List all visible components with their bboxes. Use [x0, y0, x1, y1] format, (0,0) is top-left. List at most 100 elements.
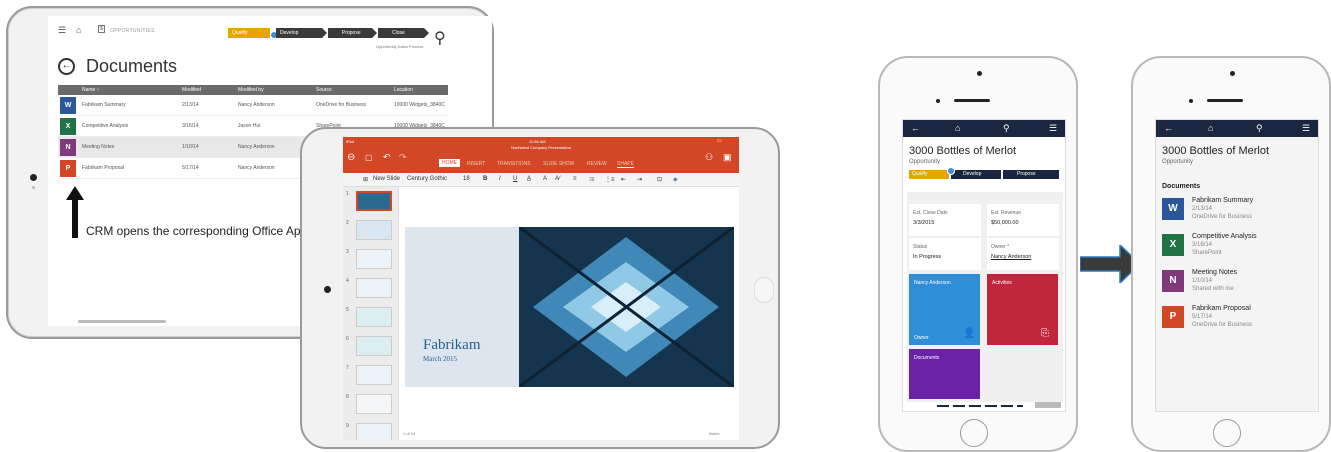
camera	[324, 286, 331, 293]
field-status[interactable]: Status In Progress	[909, 238, 981, 270]
italic-icon[interactable]: I	[499, 176, 501, 182]
new-slide-button[interactable]: New Slide	[373, 176, 400, 182]
record-title: 3000 Bottles of Merlot	[909, 145, 1017, 157]
table-row[interactable]: W Fabrikam Summary 2/13/14 Nancy Anderso…	[58, 95, 448, 116]
slide-thumbnail[interactable]	[356, 191, 392, 211]
slide-thumbnail[interactable]	[356, 220, 392, 240]
stage-close[interactable]: Close	[378, 28, 429, 38]
tab-review[interactable]: REVIEW	[587, 161, 607, 167]
underline-icon[interactable]: U	[513, 176, 517, 182]
redo-icon[interactable]: ↷	[399, 152, 407, 163]
comment-icon[interactable]: ▣	[723, 152, 732, 163]
tab-home[interactable]: HOME	[439, 159, 460, 167]
record-type: Opportunity	[909, 159, 941, 165]
back-arrow-icon[interactable]: ←	[58, 58, 75, 75]
menu-icon[interactable]: ☰	[1049, 123, 1057, 134]
tile-documents-label: Documents	[914, 355, 940, 361]
col-modified[interactable]: Modified	[182, 85, 201, 95]
document-item[interactable]: X Competitive Analysis 3/16/14 SharePoin…	[1162, 232, 1312, 262]
menu-icon[interactable]: ☰	[58, 25, 66, 36]
process-label: Opportunity Sales Process	[376, 44, 424, 49]
search-icon[interactable]: ⚲	[1003, 123, 1010, 134]
current-slide[interactable]: Fabrikam March 2015	[405, 227, 734, 387]
home-button[interactable]	[1213, 419, 1241, 447]
col-modified-by[interactable]: Modified by	[238, 85, 264, 95]
back-arrow-icon[interactable]: ←	[911, 123, 920, 133]
sensor	[936, 99, 940, 103]
field-revenue[interactable]: Est. Revenue $50,000.00	[987, 204, 1059, 236]
strikethrough-icon[interactable]: A̲	[527, 176, 531, 182]
shape-fill-icon[interactable]: ◈	[673, 176, 678, 183]
outdent-icon[interactable]: ⇤	[621, 176, 626, 183]
col-location[interactable]: Location	[394, 85, 413, 95]
nav-bar: ← ⌂ ⚲ ☰	[1156, 120, 1318, 137]
col-source[interactable]: Source	[316, 85, 332, 95]
tile-activities[interactable]: Activities ⎘	[987, 274, 1058, 345]
slide-thumbnail[interactable]	[356, 423, 392, 440]
tab-transitions[interactable]: TRANSITIONS	[497, 161, 531, 167]
tab-insert[interactable]: INSERT	[467, 161, 485, 167]
stage-propose[interactable]: Propose	[328, 28, 377, 38]
font-size-icon[interactable]: A	[543, 176, 547, 182]
field-close-date[interactable]: Est. Close Date 3/3/2015	[909, 204, 981, 236]
notes-button[interactable]: Notes	[709, 431, 719, 436]
breadcrumb[interactable]: OPPORTUNITIES	[110, 28, 155, 34]
search-icon[interactable]: ⚲	[1256, 123, 1263, 134]
field-owner[interactable]: Owner * Nancy Anderson	[987, 238, 1059, 270]
tab-slide-show[interactable]: SLIDE SHOW	[543, 161, 574, 167]
stage-qualify[interactable]: Qualify	[228, 28, 270, 38]
back-arrow-icon[interactable]: ←	[1164, 123, 1173, 133]
share-icon[interactable]: ⚇	[705, 152, 713, 163]
stage-indicator	[947, 167, 955, 175]
back-icon[interactable]: ⊖	[347, 152, 355, 163]
stage-develop[interactable]: Develop	[951, 170, 1001, 179]
slide-number: 9	[346, 423, 349, 429]
slide-thumbnail[interactable]	[356, 336, 392, 356]
col-name[interactable]: Name ↑	[82, 85, 99, 95]
row-name: Competitive Analysis	[82, 123, 129, 129]
arrange-icon[interactable]: ⊡	[657, 176, 662, 183]
scrollbar[interactable]	[78, 320, 166, 323]
speaker	[1207, 99, 1243, 102]
document-date: 2/13/14	[1192, 206, 1213, 212]
highlight-icon[interactable]: A⁄	[555, 176, 560, 182]
home-icon[interactable]: ⌂	[955, 123, 960, 133]
tab-shape[interactable]: SHAPE	[617, 161, 634, 168]
slide-title: Fabrikam	[423, 337, 481, 353]
tile-owner[interactable]: Nancy Anderson Owner 👤	[909, 274, 980, 345]
field-value[interactable]: Nancy Anderson	[991, 254, 1031, 260]
status-time: 11:56 AM	[529, 139, 546, 144]
stage-propose[interactable]: Propose	[1003, 170, 1059, 179]
align-icon[interactable]: ≡	[573, 176, 577, 182]
font-name-select[interactable]: Century Gothic	[407, 176, 447, 182]
document-item[interactable]: N Meeting Notes 1/10/14 Shared with me	[1162, 268, 1312, 298]
more-button[interactable]	[1035, 402, 1061, 408]
indent-icon[interactable]: ⇥	[637, 176, 642, 183]
tile-owner-label: Owner	[914, 335, 929, 341]
numbering-icon[interactable]: ⋮≡	[605, 176, 615, 183]
bold-icon[interactable]: B	[483, 176, 487, 182]
home-icon[interactable]: ⌂	[76, 25, 81, 35]
stage-develop[interactable]: Develop	[276, 28, 327, 38]
document-item[interactable]: W Fabrikam Summary 2/13/14 OneDrive for …	[1162, 196, 1312, 226]
new-slide-icon[interactable]: ⊞	[363, 176, 368, 183]
document-source: Shared with me	[1192, 286, 1234, 292]
stage-qualify[interactable]: Qualify	[909, 170, 949, 179]
document-source: SharePoint	[1192, 250, 1222, 256]
bullets-icon[interactable]: ⁝≡	[589, 176, 594, 183]
menu-icon[interactable]: ☰	[1302, 123, 1310, 134]
slide-thumbnail[interactable]	[356, 278, 392, 298]
font-size-select[interactable]: 18	[463, 176, 470, 182]
document-item[interactable]: P Fabrikam Proposal 5/17/14 OneDrive for…	[1162, 304, 1312, 334]
home-icon[interactable]: ⌂	[1208, 123, 1213, 133]
tile-documents[interactable]: Documents	[909, 349, 980, 399]
home-button[interactable]	[754, 277, 774, 303]
slide-thumbnail[interactable]	[356, 307, 392, 327]
home-button[interactable]	[960, 419, 988, 447]
search-icon[interactable]: ⚲	[434, 28, 446, 48]
slide-thumbnail[interactable]	[356, 249, 392, 269]
slide-thumbnail[interactable]	[356, 365, 392, 385]
undo-icon[interactable]: ↶	[383, 152, 391, 163]
slide-thumbnail[interactable]	[356, 394, 392, 414]
file-icon[interactable]: ▢	[365, 153, 373, 162]
